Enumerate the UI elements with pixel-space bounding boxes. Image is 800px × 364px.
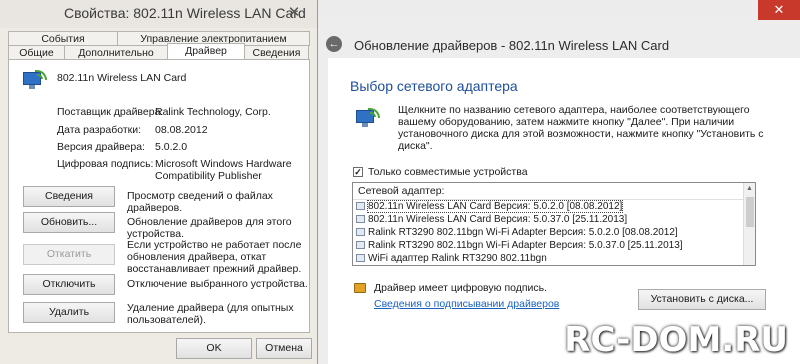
scroll-up-icon[interactable]: ▲ bbox=[744, 183, 755, 195]
list-item[interactable]: 802.11n Wireless LAN Card Версия: 5.0.37… bbox=[353, 213, 755, 226]
list-scrollbar[interactable]: ▲ bbox=[743, 183, 755, 265]
update-description: Обновление драйверов для этого устройств… bbox=[127, 216, 292, 240]
properties-title: Свойства: 802.11n Wireless LAN Card bbox=[64, 5, 306, 21]
tab-advanced[interactable]: Дополнительно bbox=[64, 45, 168, 60]
uninstall-button[interactable]: Удалить bbox=[23, 302, 115, 323]
device-name: 802.11n Wireless LAN Card bbox=[57, 72, 187, 84]
signer-value-line2: Compatibility Publisher bbox=[155, 170, 262, 182]
properties-dialog: Свойства: 802.11n Wireless LAN Card ✕ Со… bbox=[0, 0, 318, 364]
vendor-value: Ralink Technology, Corp. bbox=[155, 106, 271, 118]
tab-details[interactable]: Сведения bbox=[244, 45, 309, 60]
tab-general[interactable]: Общие bbox=[8, 45, 65, 60]
cancel-button[interactable]: Отмена bbox=[256, 338, 312, 359]
ok-button[interactable]: OK bbox=[176, 338, 252, 359]
driver-icon bbox=[356, 215, 365, 223]
list-item[interactable]: 802.11n Wireless LAN Card Версия: 5.0.2.… bbox=[353, 200, 755, 213]
driver-icon bbox=[356, 241, 365, 249]
network-adapter-icon bbox=[21, 70, 47, 92]
disable-description: Отключение выбранного устройства. bbox=[127, 278, 308, 290]
watermark: RC-DOM.RU bbox=[564, 320, 788, 360]
rollback-description: Если устройство не работает после обновл… bbox=[127, 239, 302, 275]
driver-tab-panel: 802.11n Wireless LAN Card Поставщик драй… bbox=[8, 59, 310, 333]
tab-events[interactable]: События bbox=[8, 31, 118, 46]
list-item[interactable]: Ralink RT3290 802.11bgn Wi-Fi Adapter Ве… bbox=[353, 239, 755, 252]
disable-button[interactable]: Отключить bbox=[23, 274, 115, 295]
wizard-titlebar: ✕ bbox=[318, 0, 800, 20]
uninstall-description: Удаление драйвера (для опытных пользоват… bbox=[127, 302, 294, 326]
signed-text: Драйвер имеет цифровую подпись. bbox=[374, 282, 548, 294]
update-driver-button[interactable]: Обновить... bbox=[23, 212, 115, 233]
vendor-label: Поставщик драйвера: bbox=[57, 106, 164, 118]
wizard-close-icon[interactable]: ✕ bbox=[758, 0, 800, 20]
signing-info-link[interactable]: Сведения о подписывании драйверов bbox=[374, 298, 559, 310]
version-value: 5.0.2.0 bbox=[155, 141, 188, 153]
instructions-text: Щелкните по названию сетевого адаптера, … bbox=[398, 104, 764, 152]
driver-icon bbox=[356, 202, 365, 210]
adapter-list-header: Сетевой адаптер: bbox=[353, 183, 755, 200]
tab-row-top: События Управление электропитанием bbox=[8, 31, 310, 46]
adapter-list[interactable]: Сетевой адаптер: 802.11n Wireless LAN Ca… bbox=[352, 182, 756, 266]
compatible-checkbox[interactable]: ✓ bbox=[353, 167, 363, 177]
tab-driver[interactable]: Драйвер bbox=[167, 43, 245, 60]
driver-icon bbox=[356, 228, 365, 236]
wizard-content: Выбор сетевого адаптера Щелкните по назв… bbox=[328, 58, 800, 364]
version-label: Версия драйвера: bbox=[57, 141, 145, 153]
section-title: Выбор сетевого адаптера bbox=[350, 78, 518, 94]
signer-label: Цифровая подпись: bbox=[57, 158, 154, 170]
tab-row-bottom: Общие Дополнительно Драйвер Сведения bbox=[8, 43, 309, 60]
compatible-label[interactable]: Только совместимые устройства bbox=[368, 166, 528, 178]
list-item[interactable]: WiFi адаптер Ralink RT3290 802.11bgn bbox=[353, 252, 755, 265]
rollback-button[interactable]: Откатить bbox=[23, 244, 115, 265]
details-description: Просмотр сведений о файлах драйверов. bbox=[127, 190, 273, 214]
wizard-header-title: Обновление драйверов - 802.11n Wireless … bbox=[354, 38, 670, 53]
install-from-disk-button[interactable]: Установить с диска... bbox=[638, 289, 766, 310]
signed-driver-icon bbox=[354, 283, 366, 293]
update-driver-wizard: ✕ ← Обновление драйверов - 802.11n Wirel… bbox=[318, 0, 800, 364]
properties-titlebar: Свойства: 802.11n Wireless LAN Card ✕ bbox=[0, 0, 317, 28]
close-icon[interactable]: ✕ bbox=[281, 2, 307, 24]
scroll-thumb[interactable] bbox=[746, 197, 754, 227]
date-value: 08.08.2012 bbox=[155, 124, 208, 136]
list-item[interactable]: Ralink RT3290 802.11bgn Wi-Fi Adapter Ве… bbox=[353, 226, 755, 239]
details-button[interactable]: Сведения bbox=[23, 186, 115, 207]
signer-value-line1: Microsoft Windows Hardware bbox=[155, 158, 292, 170]
driver-icon bbox=[356, 254, 365, 262]
network-adapter-icon bbox=[354, 108, 380, 130]
wizard-header: ← Обновление драйверов - 802.11n Wireles… bbox=[318, 30, 800, 56]
date-label: Дата разработки: bbox=[57, 124, 142, 136]
back-arrow-icon[interactable]: ← bbox=[326, 36, 342, 52]
